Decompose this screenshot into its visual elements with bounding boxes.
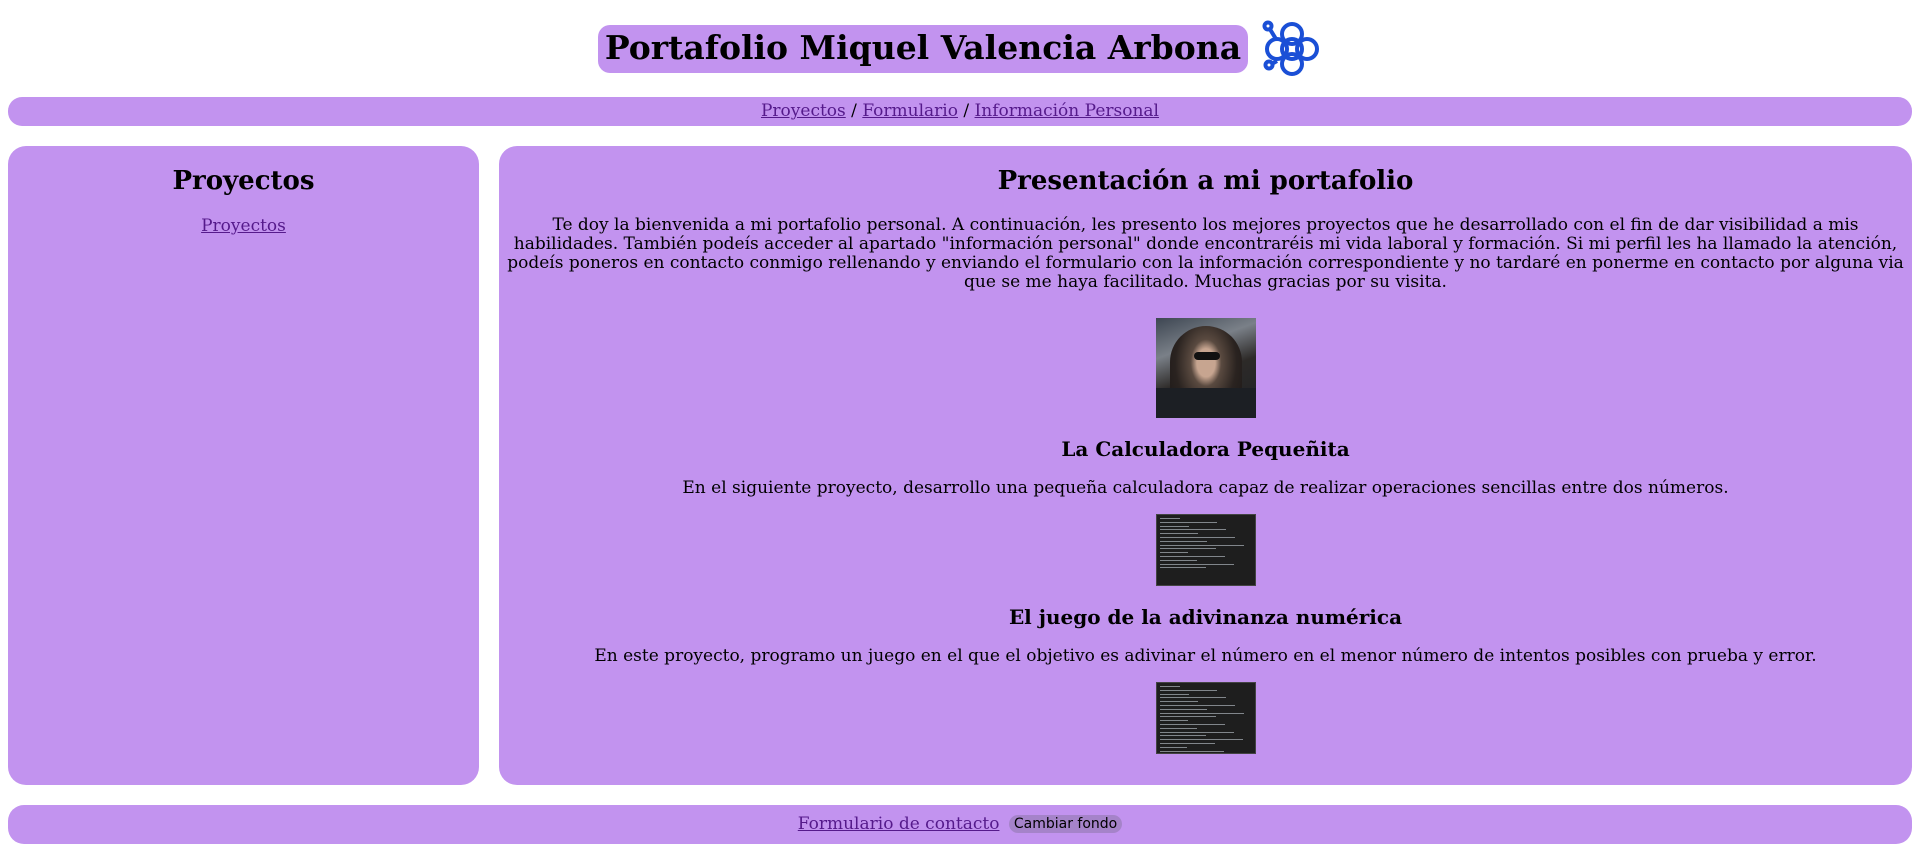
page-header: Portafolio Miquel Valencia Arbona: [0, 0, 1920, 90]
nav-link-informacion-personal[interactable]: Información Personal: [975, 101, 1159, 121]
terminal-text-line: [1159, 529, 1226, 531]
sidebar-heading: Proyectos: [172, 166, 315, 196]
project-title: El juego de la adivinanza numérica: [1008, 605, 1403, 629]
title-wrap: Portafolio Miquel Valencia Arbona: [597, 19, 1322, 79]
main-content: Presentación a mi portafolio Te doy la b…: [499, 146, 1912, 785]
profile-photo-glasses: [1193, 352, 1220, 360]
terminal-text-line: [1159, 521, 1217, 523]
change-background-button[interactable]: Cambiar fondo: [1008, 815, 1123, 833]
terminal-text-line: [1159, 735, 1206, 737]
terminal-text-line: [1159, 540, 1207, 542]
terminal-text-line: [1159, 743, 1215, 744]
terminal-text-line: [1159, 563, 1234, 565]
nav-separator: /: [851, 101, 857, 121]
terminal-text-line: [1159, 746, 1187, 748]
terminal-text-line: [1159, 556, 1225, 557]
terminal-text-line: [1159, 750, 1224, 752]
nav-separator: /: [963, 101, 970, 121]
terminal-text-line: [1159, 724, 1225, 725]
page-footer: Formulario de contacto Cambiar fondo: [8, 805, 1912, 844]
page-title: Portafolio Miquel Valencia Arbona: [597, 25, 1249, 73]
profile-photo: [1155, 318, 1256, 418]
top-nav: Proyectos / Formulario / Información Per…: [8, 97, 1912, 126]
project-screenshot: [1155, 682, 1256, 754]
terminal-text-line: [1159, 693, 1189, 695]
intro-text: Te doy la bienvenida a mi portafolio per…: [507, 215, 1904, 292]
flower-logo-icon: [1262, 20, 1320, 76]
terminal-text-line: [1159, 689, 1217, 691]
terminal-text-line: [1159, 525, 1189, 527]
terminal-text-line: [1159, 559, 1197, 561]
terminal-text-line: [1159, 552, 1188, 554]
contact-form-link[interactable]: Formulario de contacto: [798, 814, 1000, 834]
project-screenshot: [1155, 514, 1256, 586]
profile-photo-jacket: [1155, 388, 1256, 418]
terminal-text-line: [1159, 697, 1226, 699]
terminal-text-line: [1159, 544, 1244, 546]
terminal-text-line: [1159, 686, 1180, 687]
terminal-text-line: [1159, 708, 1207, 710]
project-description: En el siguiente proyecto, desarrollo una…: [682, 478, 1729, 498]
terminal-text-line: [1159, 705, 1235, 706]
terminal-text-line: [1159, 731, 1234, 733]
main-heading: Presentación a mi portafolio: [997, 166, 1414, 196]
terminal-text-line: [1159, 548, 1216, 550]
nav-link-proyectos[interactable]: Proyectos: [761, 101, 846, 121]
terminal-text-line: [1159, 518, 1180, 519]
terminal-text-line: [1159, 567, 1206, 569]
project-description: En este proyecto, programo un juego en e…: [594, 646, 1817, 666]
terminal-text-line: [1159, 537, 1235, 538]
sidebar: Proyectos Proyectos: [8, 146, 479, 785]
nav-link-formulario[interactable]: Formulario: [862, 101, 958, 121]
project-title: La Calculadora Pequeñita: [1061, 437, 1350, 461]
terminal-text-line: [1159, 533, 1198, 535]
terminal-text-line: [1159, 716, 1216, 718]
sidebar-link-proyectos[interactable]: Proyectos: [201, 216, 286, 236]
terminal-text-line: [1159, 712, 1244, 714]
terminal-text-line: [1159, 739, 1243, 741]
terminal-text-line: [1159, 727, 1197, 729]
terminal-text-line: [1159, 701, 1198, 703]
terminal-text-line: [1159, 720, 1188, 722]
